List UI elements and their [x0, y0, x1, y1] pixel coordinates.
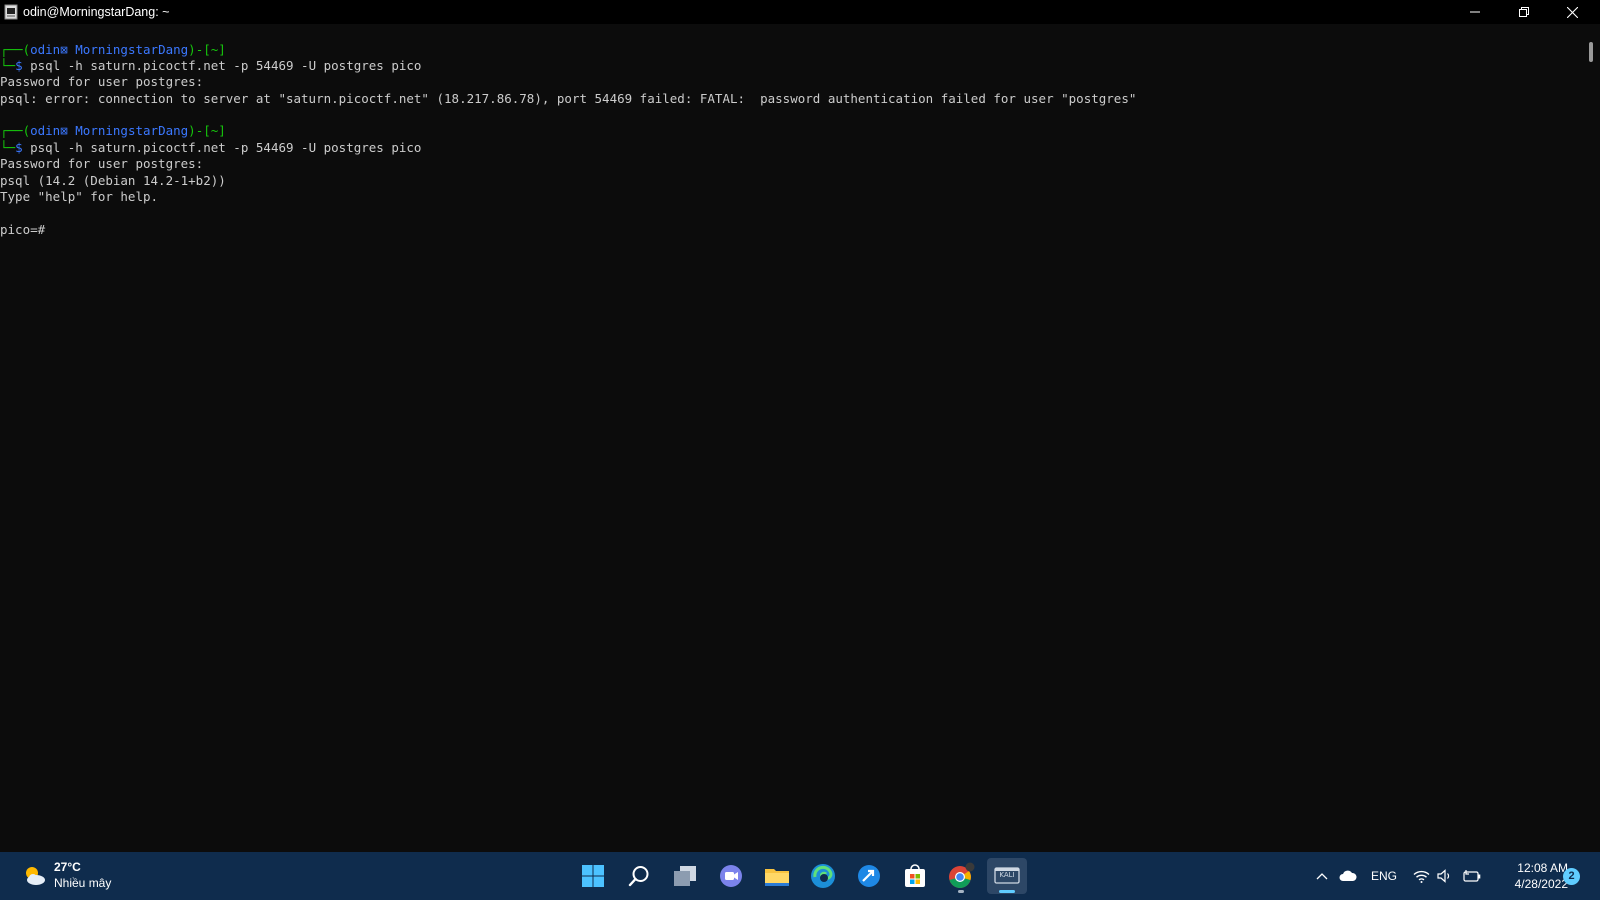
chrome-button[interactable] [941, 858, 981, 894]
psql-prompt[interactable]: pico=# [0, 221, 45, 238]
prompt-frame-mid: )-[ [188, 123, 211, 138]
chrome-icon [949, 862, 975, 888]
weather-condition: Nhiều mây [54, 876, 112, 890]
kali-label: KALI [999, 871, 1015, 879]
clock[interactable]: 12:08 AM 4/28/2022 [1488, 860, 1568, 892]
taskbar: 27°C Nhiều mây KALI ENG 12:08 AM 4/28/20… [0, 852, 1600, 900]
task-view-button[interactable] [665, 858, 705, 894]
chevron-up-icon [1316, 873, 1328, 880]
scrollbar-thumb[interactable] [1589, 42, 1593, 62]
minimize-icon [1470, 11, 1480, 13]
cloud-icon [1339, 870, 1357, 881]
prompt-host: MorningstarDang [75, 42, 189, 57]
restore-icon [1519, 7, 1529, 17]
search-button[interactable] [619, 858, 659, 894]
start-button[interactable] [573, 858, 613, 894]
notification-badge[interactable]: 2 [1563, 868, 1580, 885]
close-button[interactable] [1549, 0, 1595, 24]
volume-icon [1437, 869, 1450, 883]
file-explorer-icon [765, 869, 789, 886]
prompt-frame-bottom: └─ [0, 58, 16, 73]
running-indicator [958, 890, 964, 893]
password-line-1: Password for user postgres: [0, 74, 204, 89]
app-button[interactable] [849, 858, 889, 894]
title-bar: odin@MorningstarDang: ~ [0, 0, 1600, 24]
prompt-frame-end: ] [218, 42, 226, 57]
clock-date: 4/28/2022 [1514, 877, 1568, 891]
prompt-user: odin [30, 123, 61, 138]
file-explorer-button[interactable] [757, 858, 797, 894]
edge-button[interactable] [803, 858, 843, 894]
command-line-2: └─$ psql -h saturn.picoctf.net -p 54469 … [0, 139, 421, 156]
prompt-frame-mid: )-[ [188, 42, 211, 57]
prompt-line-2: ┌──(odin⊠ MorningstarDang)-[~] [0, 122, 226, 139]
prompt-dollar: $ [15, 58, 23, 73]
edge-icon [811, 864, 835, 888]
terminal-app-icon [4, 4, 18, 20]
chat-icon [720, 865, 742, 887]
weather-widget[interactable]: 27°C Nhiều mây [18, 858, 128, 894]
prompt-frame-bottom: └─ [0, 140, 16, 155]
terminal-output[interactable]: ┌──(odin⊠ MorningstarDang)-[~] └─$ psql … [0, 24, 1584, 852]
battery-charging-icon [1463, 870, 1481, 882]
close-icon [1566, 6, 1578, 18]
command-text: psql -h saturn.picoctf.net -p 54469 -U p… [22, 58, 422, 73]
prompt-line-1: ┌──(odin⊠ MorningstarDang)-[~] [0, 41, 226, 58]
prompt-glyph: ⊠ [60, 42, 68, 57]
store-icon [905, 864, 925, 887]
minimize-button[interactable] [1452, 0, 1498, 24]
prompt-host: MorningstarDang [75, 123, 189, 138]
kali-terminal-button[interactable]: KALI [987, 858, 1027, 894]
command-line-1: └─$ psql -h saturn.picoctf.net -p 54469 … [0, 57, 421, 74]
window-title: odin@MorningstarDang: ~ [23, 5, 170, 19]
prompt-frame: ┌──( [0, 123, 31, 138]
volume-button[interactable] [1434, 852, 1456, 900]
command-text: psql -h saturn.picoctf.net -p 54469 -U p… [22, 140, 422, 155]
clock-time: 12:08 AM [1517, 861, 1568, 875]
partly-cloudy-icon [26, 867, 45, 885]
battery-button[interactable] [1460, 852, 1484, 900]
start-icon [582, 865, 604, 887]
prompt-glyph: ⊠ [60, 123, 68, 138]
prompt-frame: ┌──( [0, 42, 31, 57]
active-indicator [999, 890, 1015, 893]
wifi-icon [1413, 870, 1429, 883]
restore-button[interactable] [1501, 0, 1547, 24]
search-icon [628, 866, 649, 887]
language-label: ENG [1370, 869, 1397, 883]
error-line: psql: error: connection to server at "sa… [0, 91, 1137, 106]
psql-version-line: psql (14.2 (Debian 14.2-1+b2)) [0, 173, 226, 188]
prompt-user: odin [30, 42, 61, 57]
wifi-button[interactable] [1410, 852, 1432, 900]
app-icon [858, 865, 880, 887]
language-indicator[interactable]: ENG [1368, 852, 1400, 900]
onedrive-button[interactable] [1336, 852, 1360, 900]
task-view-icon [674, 866, 696, 886]
show-hidden-icons-button[interactable] [1311, 852, 1333, 900]
terminal-scrollbar[interactable] [1584, 24, 1600, 852]
help-line: Type "help" for help. [0, 189, 159, 204]
store-button[interactable] [895, 858, 935, 894]
prompt-dollar: $ [15, 140, 23, 155]
prompt-frame-end: ] [218, 123, 226, 138]
chat-button[interactable] [711, 858, 751, 894]
weather-temperature: 27°C [54, 860, 81, 874]
password-line-2: Password for user postgres: [0, 156, 204, 171]
